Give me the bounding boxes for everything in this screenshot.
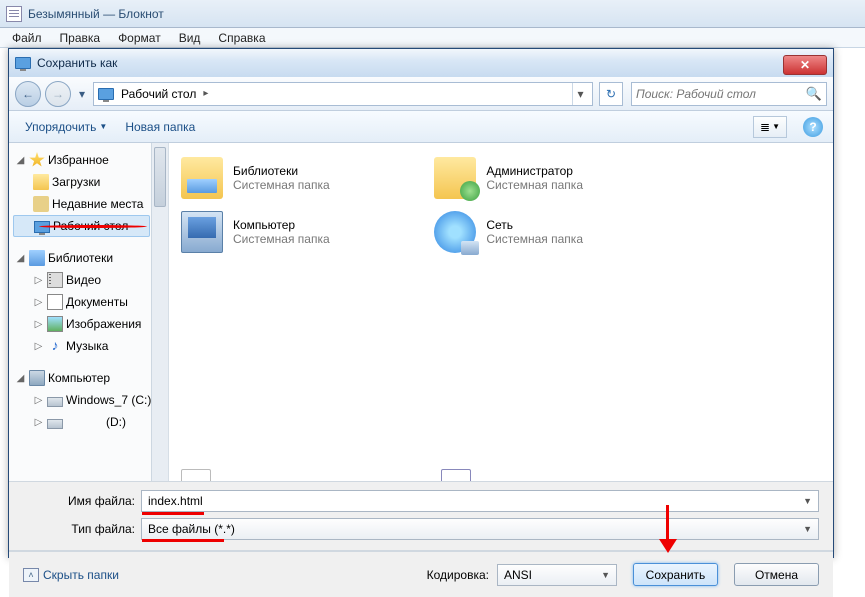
desktop-icon <box>98 88 114 100</box>
sidebar-music[interactable]: ▷♪Музыка <box>13 335 168 357</box>
notepad-title: Безымянный — Блокнот <box>28 7 164 21</box>
close-icon: ✕ <box>800 58 810 72</box>
refresh-icon: ↻ <box>606 87 616 101</box>
nav-row: ← → ▾ Рабочий стол ▸ ▾ ↻ 🔍 <box>9 77 833 111</box>
desktop-icon <box>34 221 50 233</box>
chevron-up-icon: ˄ <box>23 568 39 582</box>
drive-icon <box>47 397 63 407</box>
item-administrator[interactable]: АдминистраторСистемная папка <box>434 153 684 203</box>
sidebar-computer[interactable]: ◢Компьютер <box>13 367 168 389</box>
encoding-select[interactable]: ANSI ▼ <box>497 564 617 586</box>
search-icon: 🔍 <box>806 86 822 102</box>
dialog-titlebar: Сохранить как ✕ <box>9 49 833 77</box>
computer-icon <box>29 370 45 386</box>
filetype-value: Все файлы (*.*) <box>148 522 235 536</box>
file-fields: Имя файла: ▼ Тип файла: Все файлы (*.*) … <box>9 482 833 550</box>
chevron-down-icon[interactable]: ▼ <box>803 496 812 506</box>
user-folder-icon <box>434 157 476 199</box>
item-libraries[interactable]: БиблиотекиСистемная папка <box>181 153 431 203</box>
breadcrumb-location[interactable]: Рабочий стол <box>118 87 199 101</box>
cancel-button[interactable]: Отмена <box>734 563 819 586</box>
notepad-icon <box>6 6 22 22</box>
item-network[interactable]: СетьСистемная папка <box>434 207 684 257</box>
organize-label: Упорядочить <box>25 120 96 134</box>
sidebar-drive-c[interactable]: ▷Windows_7 (C:) <box>13 389 168 411</box>
forward-button[interactable]: → <box>45 81 71 107</box>
help-icon: ? <box>809 120 816 134</box>
organize-button[interactable]: Упорядочить ▼ <box>19 116 113 138</box>
scrollbar-thumb[interactable] <box>154 147 166 207</box>
star-icon <box>29 152 45 168</box>
menu-help[interactable]: Справка <box>210 29 273 47</box>
file-icon <box>181 469 211 481</box>
item-computer[interactable]: КомпьютерСистемная папка <box>181 207 431 257</box>
image-icon <box>47 316 63 332</box>
menu-file[interactable]: Файл <box>4 29 50 47</box>
arrow-right-icon: → <box>52 87 64 101</box>
sidebar-drive-d[interactable]: ▷(D:) <box>13 411 168 433</box>
filename-input[interactable] <box>148 494 803 508</box>
sidebar-documents[interactable]: ▷Документы <box>13 291 168 313</box>
drive-icon <box>47 419 63 429</box>
desktop-icon <box>15 57 31 69</box>
nav-history-dropdown[interactable]: ▾ <box>75 87 89 101</box>
toolbar: Упорядочить ▼ Новая папка ≣▼ ? <box>9 111 833 143</box>
sidebar-videos[interactable]: ▷Видео <box>13 269 168 291</box>
help-button[interactable]: ? <box>803 117 823 137</box>
breadcrumb-dropdown[interactable]: ▾ <box>572 83 588 105</box>
save-button[interactable]: Сохранить <box>633 563 718 586</box>
sidebar-scrollbar[interactable] <box>151 143 168 481</box>
sidebar-images[interactable]: ▷Изображения <box>13 313 168 335</box>
filename-label: Имя файла: <box>23 494 135 508</box>
recent-icon <box>33 196 49 212</box>
menu-edit[interactable]: Правка <box>52 29 109 47</box>
encoding-value: ANSI <box>504 568 532 582</box>
search-input[interactable] <box>636 87 806 101</box>
breadcrumb[interactable]: Рабочий стол ▸ ▾ <box>93 82 593 106</box>
menu-view[interactable]: Вид <box>171 29 209 47</box>
document-icon <box>47 294 63 310</box>
chevron-right-icon: ▸ <box>203 88 208 99</box>
network-icon <box>434 211 476 253</box>
bottom-bar: ˄ Скрыть папки Кодировка: ANSI ▼ Сохрани… <box>9 551 833 597</box>
encoding-label: Кодировка: <box>427 568 489 582</box>
hide-folders-button[interactable]: ˄ Скрыть папки <box>23 568 119 582</box>
new-folder-button[interactable]: Новая папка <box>119 116 201 138</box>
file-icon <box>441 469 471 481</box>
notepad-titlebar: Безымянный — Блокнот <box>0 0 865 28</box>
view-mode-button[interactable]: ≣▼ <box>753 116 787 138</box>
chevron-down-icon: ▼ <box>772 122 780 131</box>
libraries-icon <box>181 157 223 199</box>
back-button[interactable]: ← <box>15 81 41 107</box>
filetype-label: Тип файла: <box>23 522 135 536</box>
sidebar-favorites[interactable]: ◢Избранное <box>13 149 168 171</box>
music-icon: ♪ <box>47 338 63 354</box>
notepad-menubar: Файл Правка Формат Вид Справка <box>0 28 865 48</box>
refresh-button[interactable]: ↻ <box>599 82 623 106</box>
chevron-down-icon: ▼ <box>601 570 610 580</box>
arrow-left-icon: ← <box>22 87 34 101</box>
sidebar-recent[interactable]: Недавние места <box>13 193 168 215</box>
filetype-select[interactable]: Все файлы (*.*) ▼ <box>141 518 819 540</box>
menu-format[interactable]: Формат <box>110 29 169 47</box>
video-icon <box>47 272 63 288</box>
folder-icon <box>33 174 49 190</box>
search-box[interactable]: 🔍 <box>631 82 827 106</box>
chevron-down-icon: ▼ <box>803 524 812 534</box>
computer-icon <box>181 211 223 253</box>
filename-combo[interactable]: ▼ <box>141 490 819 512</box>
save-as-dialog: Сохранить как ✕ ← → ▾ Рабочий стол ▸ ▾ ↻… <box>8 48 834 558</box>
dialog-title: Сохранить как <box>37 56 117 70</box>
libraries-icon <box>29 250 45 266</box>
close-button[interactable]: ✕ <box>783 55 827 75</box>
sidebar: ◢Избранное Загрузки Недавние места Рабоч… <box>9 143 169 481</box>
sidebar-downloads[interactable]: Загрузки <box>13 171 168 193</box>
chevron-down-icon: ▼ <box>99 122 107 131</box>
file-list[interactable]: БиблиотекиСистемная папка АдминистраторС… <box>169 143 833 481</box>
sidebar-desktop[interactable]: Рабочий стол <box>13 215 150 237</box>
sidebar-libraries[interactable]: ◢Библиотеки <box>13 247 168 269</box>
view-icon: ≣ <box>760 120 770 134</box>
